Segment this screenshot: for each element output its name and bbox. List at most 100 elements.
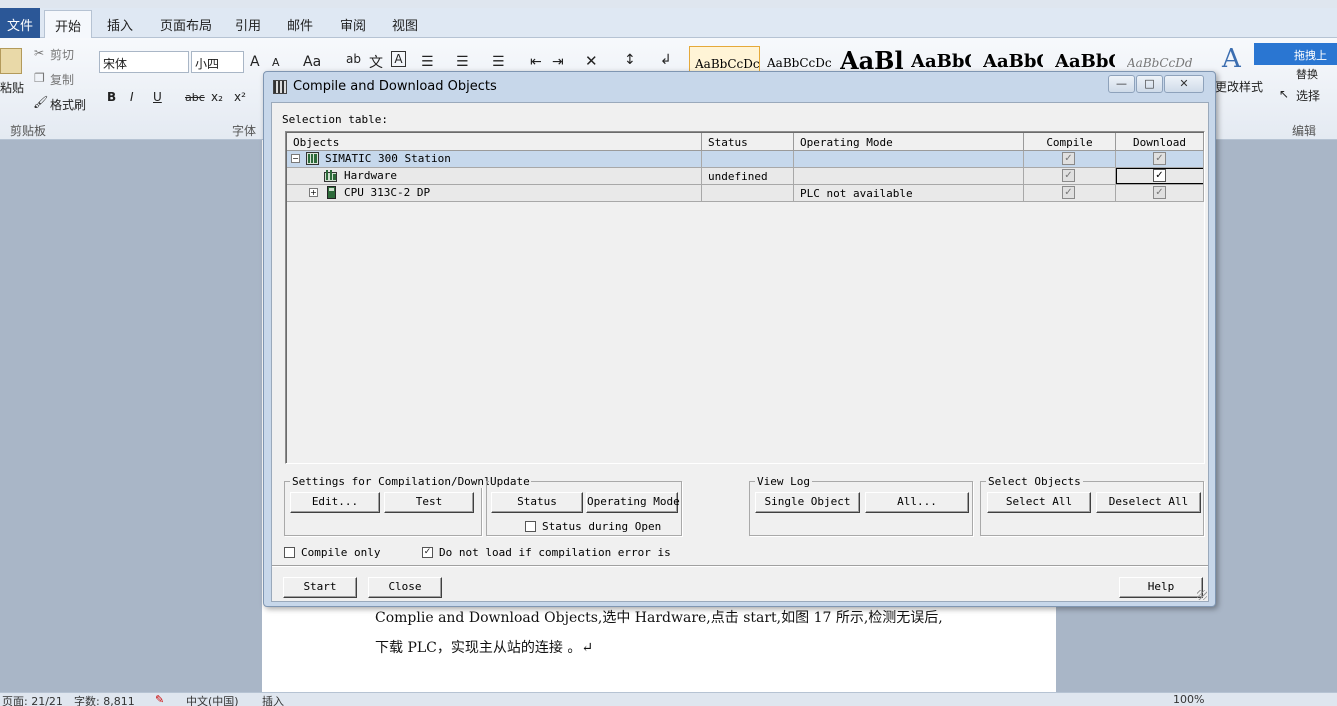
compile-checkbox[interactable]: ✓ [1062, 152, 1075, 165]
row-compile-cell: ✓ [1024, 185, 1116, 201]
maximize-button[interactable]: □ [1136, 75, 1163, 93]
select-objects-group: Select Objects Select All Deselect All [980, 475, 1204, 536]
expand-icon[interactable]: + [309, 188, 318, 197]
tab-review[interactable]: 审阅 [340, 15, 366, 34]
status-zoom[interactable]: 100% [1173, 693, 1204, 706]
status-insert-mode[interactable]: 插入 [262, 693, 284, 706]
dialog-title-bar[interactable]: Compile and Download Objects — □ ✕ [264, 72, 1215, 102]
superscript-button[interactable]: x² [234, 90, 246, 104]
grow-font-button[interactable]: A [250, 54, 260, 70]
row-mode-cell [794, 168, 1024, 184]
station-icon [306, 152, 319, 165]
table-row[interactable]: Hardware undefined ✓ ✓ [287, 168, 1204, 185]
row-mode-cell: PLC not available [794, 185, 1024, 201]
format-painter-button[interactable]: 格式刷 [50, 96, 86, 113]
underline-button[interactable]: U [153, 90, 162, 104]
numbering-icon[interactable]: ☰ [456, 54, 469, 70]
close-button[interactable]: Close [368, 577, 442, 598]
increase-indent-icon[interactable]: ⇥ [552, 54, 564, 70]
download-checkbox[interactable]: ✓ [1153, 152, 1166, 165]
collapse-icon[interactable]: − [291, 154, 300, 163]
status-page[interactable]: 页面: 21/21 [2, 693, 63, 706]
tab-mailings[interactable]: 邮件 [287, 15, 313, 34]
resize-grip[interactable] [1197, 590, 1207, 600]
change-styles-button[interactable]: 更改样式 [1215, 78, 1263, 95]
all-log-button[interactable]: All... [865, 492, 969, 513]
compile-only-checkbox[interactable] [284, 547, 295, 558]
tab-file[interactable]: 文件 [0, 8, 40, 38]
change-styles-icon[interactable]: A [1222, 44, 1241, 74]
proofing-icon[interactable]: ✎ [155, 693, 164, 706]
phonetic-icon[interactable]: ab [346, 52, 361, 66]
paste-button[interactable]: 粘贴 [0, 79, 24, 96]
compile-checkbox[interactable]: ✓ [1062, 186, 1075, 199]
minimize-button[interactable]: — [1108, 75, 1135, 93]
select-button[interactable]: 选择 [1296, 87, 1320, 104]
table-row[interactable]: − SIMATIC 300 Station ✓ ✓ [287, 151, 1204, 168]
status-language[interactable]: 中文(中国) [186, 693, 239, 706]
show-marks-icon[interactable]: ↲ [660, 52, 672, 68]
decrease-indent-icon[interactable]: ⇤ [530, 54, 542, 70]
edit-button[interactable]: Edit... [290, 492, 380, 513]
subscript-button[interactable]: x₂ [211, 90, 223, 104]
deselect-all-button[interactable]: Deselect All [1096, 492, 1201, 513]
cut-button[interactable]: 剪切 [50, 46, 74, 63]
replace-button[interactable]: 替换 [1296, 66, 1318, 82]
font-size-value: 小四 [195, 57, 220, 71]
copy-button[interactable]: 复制 [50, 71, 74, 88]
download-checkbox[interactable]: ✓ [1153, 169, 1166, 182]
row-object-label: CPU 313C-2 DP [344, 186, 431, 199]
row-download-cell: ✓ [1116, 168, 1204, 184]
row-status-cell [702, 151, 794, 167]
font-size-box[interactable]: 小四 [191, 51, 244, 73]
sort-icon[interactable]: ↕ [624, 52, 636, 68]
row-object-label: Hardware [344, 169, 397, 182]
copy-icon[interactable]: ❐ [34, 71, 45, 85]
no-load-on-error-checkbox[interactable]: ✓ [422, 547, 433, 558]
close-window-button[interactable]: ✕ [1164, 75, 1204, 93]
simatic-app-icon [273, 80, 287, 94]
cloud-upload-button[interactable]: 拖拽上传 [1254, 43, 1337, 65]
column-header-objects[interactable]: Objects [287, 133, 702, 151]
bullets-icon[interactable]: ☰ [421, 54, 434, 70]
shrink-font-button[interactable]: A [272, 56, 280, 69]
row-status-cell: undefined [702, 168, 794, 184]
help-button[interactable]: Help [1119, 577, 1203, 598]
multilevel-list-icon[interactable]: ☰ [492, 54, 505, 70]
row-object-label: SIMATIC 300 Station [325, 152, 451, 165]
download-checkbox[interactable]: ✓ [1153, 186, 1166, 199]
test-button[interactable]: Test [384, 492, 474, 513]
asian-layout-icon[interactable]: ✕ [585, 52, 598, 70]
font-name-box[interactable]: 宋体 [99, 51, 189, 73]
single-object-log-button[interactable]: Single Object [755, 492, 860, 513]
paste-icon[interactable] [0, 48, 22, 74]
column-header-status[interactable]: Status [702, 133, 794, 151]
format-painter-icon[interactable]: 🖌 [33, 95, 48, 109]
status-button[interactable]: Status [491, 492, 583, 513]
cut-icon[interactable]: ✂ [34, 46, 44, 60]
column-header-operating-mode[interactable]: Operating Mode [794, 133, 1024, 151]
status-during-open-checkbox[interactable] [525, 521, 536, 532]
tab-page-layout[interactable]: 页面布局 [160, 15, 212, 34]
italic-button[interactable]: I [130, 90, 134, 104]
operating-mode-button[interactable]: Operating Mode [586, 492, 680, 513]
bold-button[interactable]: B [107, 90, 116, 104]
select-all-button[interactable]: Select All [987, 492, 1091, 513]
view-log-group: View Log Single Object All... [749, 475, 973, 536]
strikethrough-button[interactable]: abc [185, 91, 205, 104]
tab-references[interactable]: 引用 [235, 15, 261, 34]
status-word-count[interactable]: 字数: 8,811 [74, 693, 135, 706]
compile-checkbox[interactable]: ✓ [1062, 169, 1075, 182]
start-button[interactable]: Start [283, 577, 357, 598]
char-border-icon[interactable]: A [391, 51, 406, 67]
select-objects-group-label: Select Objects [986, 475, 1083, 488]
column-header-compile[interactable]: Compile [1024, 133, 1116, 151]
tab-home[interactable]: 开始 [44, 10, 92, 39]
column-header-download[interactable]: Download [1116, 133, 1204, 151]
enclose-char-icon[interactable]: 文 [369, 52, 383, 72]
change-case-button[interactable]: Aa [303, 54, 321, 70]
tab-view[interactable]: 视图 [392, 15, 418, 34]
select-cursor-icon[interactable]: ↖ [1279, 87, 1289, 101]
table-row[interactable]: + CPU 313C-2 DP PLC not available ✓ ✓ [287, 185, 1204, 202]
tab-insert[interactable]: 插入 [107, 15, 133, 34]
